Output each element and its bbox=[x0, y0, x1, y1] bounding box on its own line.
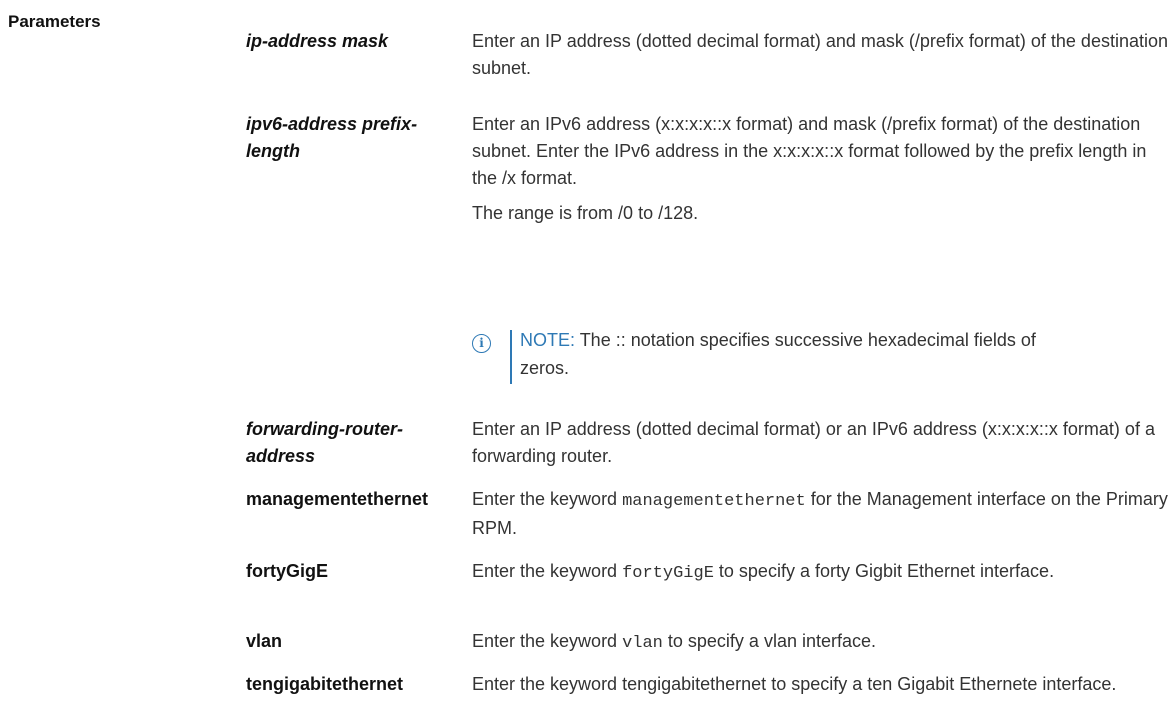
desc-post: to specify a vlan interface. bbox=[662, 631, 876, 651]
keyword-code: fortyGigE bbox=[622, 564, 714, 583]
note-text: NOTE: The :: notation specifies successi… bbox=[520, 326, 1040, 382]
desc-forwarding-router-address: Enter an IP address (dotted decimal form… bbox=[472, 419, 1155, 466]
desc-pre: Enter the keyword bbox=[472, 489, 623, 509]
desc-pre: Enter the keyword bbox=[472, 631, 623, 651]
desc-pre: Enter the keyword bbox=[472, 561, 623, 581]
param-managementethernet: managementethernet bbox=[246, 489, 429, 509]
param-fortygige: fortyGigE bbox=[246, 561, 329, 581]
desc-ip-address-mask: Enter an IP address (dotted decimal form… bbox=[472, 31, 1168, 78]
section-label: Parameters bbox=[8, 12, 101, 31]
param-forwarding-router-address: forwarding-router-address bbox=[246, 419, 403, 466]
keyword-code: vlan bbox=[622, 634, 663, 653]
param-tengigabitethernet: tengigabitethernet bbox=[246, 674, 404, 694]
param-vlan: vlan bbox=[246, 631, 283, 651]
desc-ipv6-range: The range is from /0 to /128. bbox=[472, 203, 699, 223]
desc-ipv6-address: Enter an IPv6 address (x:x:x:x::x format… bbox=[472, 114, 1147, 188]
desc-vlan: Enter the keyword vlan to specify a vlan… bbox=[472, 628, 1172, 657]
param-ipv6-address-prefix-length: ipv6-address prefix-length bbox=[246, 114, 418, 161]
desc-post: to specify a forty Gigbit Ethernet inter… bbox=[713, 561, 1055, 581]
desc-fortygige: Enter the keyword fortyGigE to specify a… bbox=[472, 558, 1172, 587]
keyword-code: managementethernet bbox=[622, 492, 806, 511]
note-divider bbox=[510, 330, 512, 384]
info-icon: i bbox=[472, 334, 491, 353]
note-label: NOTE: bbox=[520, 330, 576, 350]
desc-tengigabitethernet: Enter the keyword tengigabitethernet to … bbox=[472, 674, 1117, 694]
param-ip-address-mask: ip-address mask bbox=[246, 31, 389, 51]
desc-managementethernet: Enter the keyword managementethernet for… bbox=[472, 486, 1172, 542]
note-body: The :: notation specifies successive hex… bbox=[520, 330, 1036, 378]
